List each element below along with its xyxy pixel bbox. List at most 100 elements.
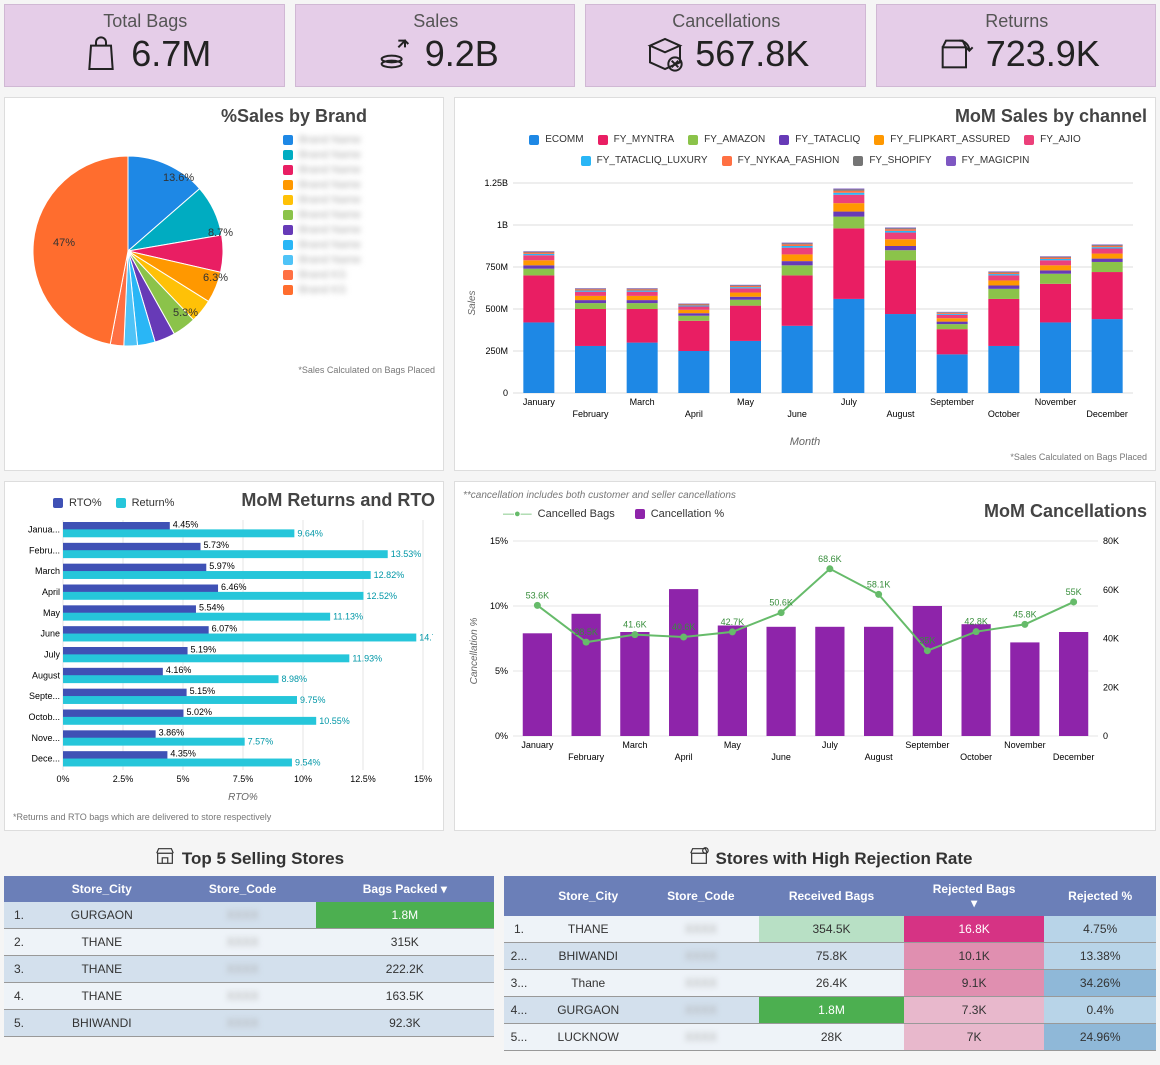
svg-text:14.72%: 14.72% xyxy=(419,632,433,642)
svg-text:May: May xyxy=(737,397,755,407)
col-header[interactable]: Store_City xyxy=(534,876,642,916)
svg-text:42.7K: 42.7K xyxy=(721,617,745,627)
svg-text:January: January xyxy=(521,740,554,750)
pie-chart[interactable]: 13.6%8.7%6.3%5.3%47% xyxy=(13,131,273,361)
table-row[interactable]: 2.THANEXXXX315K xyxy=(4,929,494,956)
table-row[interactable]: 2...BHIWANDIXXXX75.8K10.1K13.38% xyxy=(504,943,1156,970)
svg-text:9.75%: 9.75% xyxy=(300,695,326,705)
svg-text:December: December xyxy=(1053,752,1095,762)
svg-text:1B: 1B xyxy=(497,220,508,230)
kpi-label: Cancellations xyxy=(598,11,855,32)
panel-sales-by-brand: %Sales by Brand 13.6%8.7%6.3%5.3%47% Bra… xyxy=(4,97,444,471)
x-axis-label: Month xyxy=(463,436,1147,448)
svg-text:40.6K: 40.6K xyxy=(672,622,696,632)
col-header[interactable]: Received Bags xyxy=(759,876,904,916)
legend-label: Cancelled Bags xyxy=(538,508,615,520)
table-row[interactable]: 1.GURGAONXXXX1.8M xyxy=(4,902,494,929)
legend-label: ECOMM xyxy=(545,134,583,145)
kpi-label: Total Bags xyxy=(17,11,274,32)
legend-label: FY_NYKAA_FASHION xyxy=(738,155,840,166)
brand-label: Brand Name xyxy=(299,194,361,206)
kpi-label: Returns xyxy=(889,11,1146,32)
svg-text:41.6K: 41.6K xyxy=(623,620,647,630)
legend: RTO% Return% xyxy=(53,494,174,512)
brand-label: Brand Name xyxy=(299,254,361,266)
brand-label: Brand Name xyxy=(299,149,361,161)
legend-label: FY_FLIPKART_ASSURED xyxy=(890,134,1010,145)
svg-text:April: April xyxy=(675,752,693,762)
stacked-bar-chart[interactable]: 0250M500M750M1B1.25BSalesJanuaryFebruary… xyxy=(463,173,1143,433)
kpi-value: 723.9K xyxy=(986,33,1100,75)
table-title: Stores with High Rejection Rate xyxy=(504,841,1156,876)
table-row[interactable]: 5.BHIWANDIXXXX92.3K xyxy=(4,1010,494,1037)
kpi-cancellations[interactable]: Cancellations 567.8K xyxy=(585,4,866,87)
svg-text:40K: 40K xyxy=(1103,634,1119,644)
footnote: *Sales Calculated on Bags Placed xyxy=(463,452,1147,462)
sort-desc-icon: ▾ xyxy=(971,896,977,910)
svg-text:5.73%: 5.73% xyxy=(204,540,230,550)
svg-text:July: July xyxy=(822,740,839,750)
combo-chart[interactable]: 0%5%10%15%020K40K60K80KCancellation %Jan… xyxy=(463,526,1143,776)
pie-legend: Brand Name Brand Name Brand Name Brand Name… xyxy=(283,131,361,361)
svg-text:7.5%: 7.5% xyxy=(233,774,254,784)
svg-text:13.53%: 13.53% xyxy=(391,549,422,559)
svg-text:42.8K: 42.8K xyxy=(964,617,988,627)
svg-text:9.64%: 9.64% xyxy=(297,528,323,538)
svg-text:5%: 5% xyxy=(495,666,508,676)
svg-text:Janua...: Janua... xyxy=(28,525,60,535)
legend-label: Cancellation % xyxy=(651,508,724,520)
svg-text:750M: 750M xyxy=(485,262,508,272)
col-header[interactable]: Store_Code xyxy=(642,876,759,916)
legend-label: RTO% xyxy=(69,497,102,509)
col-header[interactable]: Store_City xyxy=(34,876,170,902)
svg-text:5.54%: 5.54% xyxy=(199,603,225,613)
col-header[interactable]: Rejected % xyxy=(1044,876,1156,916)
table-row[interactable]: 3.THANEXXXX222.2K xyxy=(4,956,494,983)
svg-text:January: January xyxy=(523,397,556,407)
svg-text:Sales: Sales xyxy=(467,290,478,315)
kpi-label: Sales xyxy=(308,11,565,32)
svg-text:6.3%: 6.3% xyxy=(203,272,228,284)
table-row[interactable]: 5...LUCKNOWXXXX28K7K24.96% xyxy=(504,1024,1156,1051)
kpi-sales[interactable]: Sales 9.2B xyxy=(295,4,576,87)
chart-title: %Sales by Brand xyxy=(153,106,435,127)
sort-desc-icon: ▾ xyxy=(441,882,447,896)
svg-text:5.97%: 5.97% xyxy=(209,561,235,571)
svg-text:11.13%: 11.13% xyxy=(333,612,363,622)
svg-text:5.3%: 5.3% xyxy=(173,307,198,319)
brand-label: Brand Name xyxy=(299,224,361,236)
svg-text:May: May xyxy=(724,740,742,750)
table-row[interactable]: 4.THANEXXXX163.5K xyxy=(4,983,494,1010)
svg-text:November: November xyxy=(1004,740,1046,750)
horizontal-bar-chart[interactable]: 0%2.5%5%7.5%10%12.5%15%RTO%Janua...4.45%… xyxy=(13,515,433,805)
highrej-table[interactable]: Store_City Store_Code Received Bags Reje… xyxy=(504,876,1156,1051)
svg-text:1.25B: 1.25B xyxy=(484,178,508,188)
svg-text:53.6K: 53.6K xyxy=(526,590,550,600)
legend-label: FY_AMAZON xyxy=(704,134,765,145)
svg-text:4.45%: 4.45% xyxy=(173,519,199,529)
col-header[interactable]: Store_Code xyxy=(170,876,316,902)
col-header[interactable]: Bags Packed ▾ xyxy=(316,876,494,902)
svg-text:10%: 10% xyxy=(490,601,508,611)
footnote: *Sales Calculated on Bags Placed xyxy=(13,365,435,375)
svg-text:Octob...: Octob... xyxy=(28,712,60,722)
svg-text:12.82%: 12.82% xyxy=(374,570,405,580)
svg-text:February: February xyxy=(568,752,605,762)
panel-high-rejection: Stores with High Rejection Rate Store_Ci… xyxy=(504,841,1156,1051)
svg-text:13.6%: 13.6% xyxy=(163,172,194,184)
table-row[interactable]: 3...ThaneXXXX26.4K9.1K34.26% xyxy=(504,970,1156,997)
svg-text:80K: 80K xyxy=(1103,536,1119,546)
svg-text:10.55%: 10.55% xyxy=(319,716,350,726)
svg-text:68.6K: 68.6K xyxy=(818,554,842,564)
kpi-returns[interactable]: Returns 723.9K xyxy=(876,4,1157,87)
legend: —●—Cancelled Bags Cancellation % xyxy=(503,505,724,523)
svg-text:0: 0 xyxy=(503,388,508,398)
bag-icon xyxy=(79,32,123,76)
col-header[interactable]: Rejected Bags▾ xyxy=(904,876,1045,916)
legend-label: FY_AJIO xyxy=(1040,134,1081,145)
svg-text:8.98%: 8.98% xyxy=(282,674,308,684)
top5-table[interactable]: Store_City Store_Code Bags Packed ▾ 1.GU… xyxy=(4,876,494,1037)
table-row[interactable]: 1.THANEXXXX354.5K16.8K4.75% xyxy=(504,916,1156,943)
svg-text:Septe...: Septe... xyxy=(29,691,60,701)
kpi-total-bags[interactable]: Total Bags 6.7M xyxy=(4,4,285,87)
